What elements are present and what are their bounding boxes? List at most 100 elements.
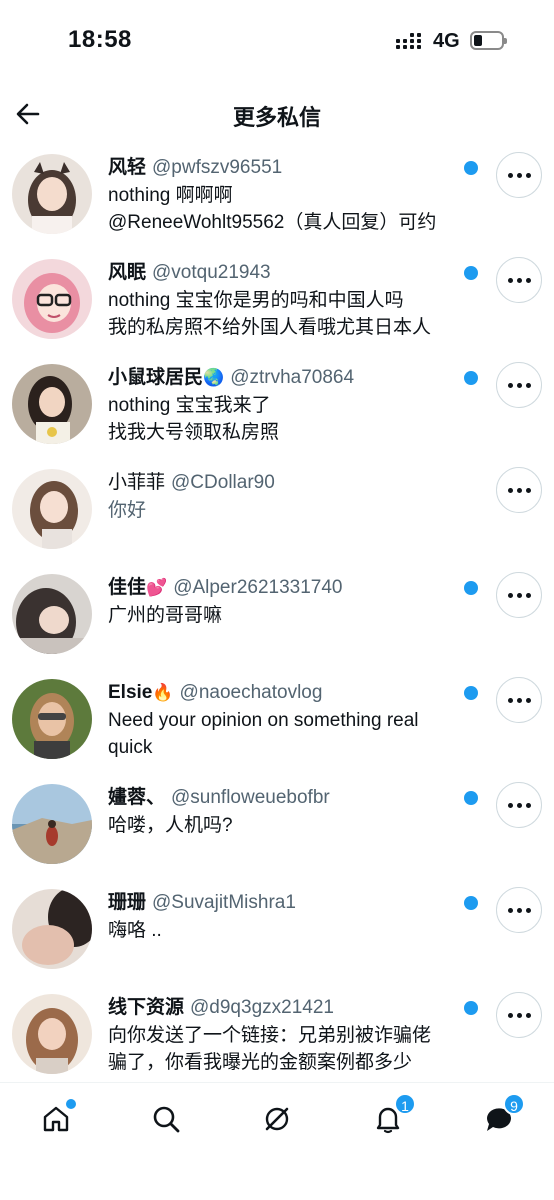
- avatar: [12, 154, 92, 234]
- nav-search[interactable]: [144, 1097, 188, 1141]
- dm-item[interactable]: 嫿蓉、 @sunfloweuebofbr 哈喽，人机吗?: [0, 770, 554, 875]
- nav-home[interactable]: [34, 1097, 78, 1141]
- dm-preview-line: 广州的哥哥嘛: [108, 605, 223, 626]
- dm-preview: 你好: [108, 497, 488, 524]
- dm-emoji: 🌏: [203, 368, 225, 387]
- dm-handle: @SuvajitMishra1: [152, 892, 296, 913]
- dm-item[interactable]: Elsie🔥 @naoechatovlog Need your opinion o…: [0, 665, 554, 770]
- dm-preview: 向你发送了一个链接：兄弟别被诈骗佬 骗了，你看我曝光的金额案例都多少: [108, 1022, 488, 1076]
- more-options-button[interactable]: [496, 152, 542, 198]
- more-options-button[interactable]: [496, 257, 542, 303]
- more-options-button[interactable]: [496, 362, 542, 408]
- dm-list: 风轻 @pwfszv96551 nothing 啊啊啊 @ReneeWohlt95…: [0, 140, 554, 1080]
- unread-indicator: [464, 266, 478, 280]
- dm-handle: @Alper2621331740: [173, 577, 343, 598]
- unread-indicator: [464, 686, 478, 700]
- dm-preview-line: Need your opinion on something real: [108, 710, 419, 731]
- avatar: [12, 889, 92, 969]
- dm-handle: @votqu21943: [152, 262, 271, 283]
- dm-preview-line: 骗了，你看我曝光的金额案例都多少: [108, 1052, 413, 1073]
- dm-header: 珊珊 @SuvajitMishra1: [108, 890, 458, 916]
- dm-preview-line: 你好: [108, 500, 147, 521]
- dm-name: 风轻: [108, 157, 147, 178]
- dm-header: 小菲菲 @CDollar90: [108, 470, 458, 496]
- unread-indicator: [464, 161, 478, 175]
- more-options-button[interactable]: [496, 992, 542, 1038]
- dm-header: 风轻 @pwfszv96551: [108, 155, 458, 181]
- dm-item[interactable]: 小菲菲 @CDollar90 你好: [0, 455, 554, 560]
- avatar: [12, 259, 92, 339]
- page-title: 更多私信: [232, 105, 321, 130]
- dm-preview: 广州的哥哥嘛: [108, 602, 488, 629]
- dm-preview-line: nothing 宝宝我来了: [108, 395, 271, 416]
- nav-grok[interactable]: [255, 1097, 299, 1141]
- more-options-button[interactable]: [496, 467, 542, 513]
- dm-preview-line: nothing 宝宝你是男的吗和中国人吗: [108, 290, 404, 311]
- unread-indicator: [464, 791, 478, 805]
- dm-preview: Need your opinion on something real quic…: [108, 707, 488, 761]
- dm-preview-line: 我的私房照不给外国人看哦尤其日本人: [108, 317, 432, 338]
- dm-name: 珊珊: [108, 892, 147, 913]
- dm-header: 佳佳💕 @Alper2621331740: [108, 575, 458, 601]
- search-icon: [153, 1106, 180, 1133]
- dm-handle: @pwfszv96551: [152, 157, 283, 178]
- dm-name: 嫿蓉、: [108, 787, 166, 808]
- dm-name: 风眠: [108, 262, 147, 283]
- avatar: [12, 364, 92, 444]
- dm-header: 线下资源 @d9q3gzx21421: [108, 995, 458, 1021]
- dm-preview-line: 向你发送了一个链接：兄弟别被诈骗佬: [108, 1025, 432, 1046]
- dm-name: 佳佳: [108, 577, 147, 598]
- status-bar: 18:58 4G: [0, 0, 554, 80]
- dm-handle: @sunfloweuebofbr: [171, 787, 330, 808]
- unread-indicator: [464, 1001, 478, 1015]
- dm-emoji: 💕: [146, 578, 168, 597]
- header: 更多私信: [0, 88, 554, 140]
- notifications-badge: 1: [394, 1093, 416, 1115]
- dm-item[interactable]: 小鼠球居民🌏 @ztrvha70864 nothing 宝宝我来了 找我大号领取私…: [0, 350, 554, 455]
- dm-preview-line: @ReneeWohlt95562（真人回复）可约: [108, 212, 437, 233]
- avatar: [12, 994, 92, 1074]
- dm-preview: nothing 宝宝你是男的吗和中国人吗 我的私房照不给外国人看哦尤其日本人: [108, 287, 488, 341]
- nav-messages[interactable]: 9: [477, 1093, 525, 1141]
- avatar: [12, 679, 92, 759]
- more-options-button[interactable]: [496, 887, 542, 933]
- avatar: [12, 469, 92, 549]
- more-options-button[interactable]: [496, 677, 542, 723]
- dm-item[interactable]: 风轻 @pwfszv96551 nothing 啊啊啊 @ReneeWohlt95…: [0, 140, 554, 245]
- dm-emoji: 🔥: [152, 683, 174, 702]
- dm-name: 小鼠球居民: [108, 367, 204, 388]
- avatar: [12, 574, 92, 654]
- dm-header: 嫿蓉、 @sunfloweuebofbr: [108, 785, 458, 811]
- dm-item[interactable]: 珊珊 @SuvajitMishra1 嗨咯 ..: [0, 875, 554, 980]
- dm-preview: 嗨咯 ..: [108, 917, 488, 944]
- more-options-button[interactable]: [496, 782, 542, 828]
- dm-name: 小菲菲: [108, 472, 166, 493]
- dm-handle: @CDollar90: [171, 472, 275, 493]
- unread-indicator: [464, 371, 478, 385]
- unread-indicator: [464, 581, 478, 595]
- dm-preview-line: 哈喽，人机吗?: [108, 815, 233, 836]
- dm-header: 风眠 @votqu21943: [108, 260, 458, 286]
- dm-item[interactable]: 风眠 @votqu21943 nothing 宝宝你是男的吗和中国人吗 我的私房照…: [0, 245, 554, 350]
- dm-preview-line: 找我大号领取私房照: [108, 422, 280, 443]
- dm-handle: @ztrvha70864: [230, 367, 355, 388]
- home-unread-dot: [66, 1099, 76, 1109]
- messages-badge: 9: [503, 1093, 525, 1115]
- avatar: [12, 784, 92, 864]
- dm-handle: @d9q3gzx21421: [190, 997, 334, 1018]
- nav-notifications[interactable]: 1: [366, 1093, 416, 1141]
- more-options-button[interactable]: [496, 572, 542, 618]
- dm-handle: @naoechatovlog: [179, 682, 323, 703]
- dm-preview-line: 嗨咯 ..: [108, 920, 162, 941]
- grok-icon: [265, 1107, 289, 1131]
- dm-item[interactable]: 线下资源 @d9q3gzx21421 向你发送了一个链接：兄弟别被诈骗佬 骗了，你…: [0, 980, 554, 1080]
- dm-preview: 哈喽，人机吗?: [108, 812, 488, 839]
- bottom-nav: 1 9: [0, 1082, 554, 1200]
- dm-header: 小鼠球居民🌏 @ztrvha70864: [108, 365, 458, 391]
- signal-icon: [396, 33, 426, 49]
- dm-item[interactable]: 佳佳💕 @Alper2621331740 广州的哥哥嘛: [0, 560, 554, 665]
- unread-indicator: [464, 896, 478, 910]
- dm-header: Elsie🔥 @naoechatovlog: [108, 680, 458, 706]
- dm-preview: nothing 宝宝我来了 找我大号领取私房照: [108, 392, 488, 446]
- dm-preview-line: quick: [108, 737, 153, 758]
